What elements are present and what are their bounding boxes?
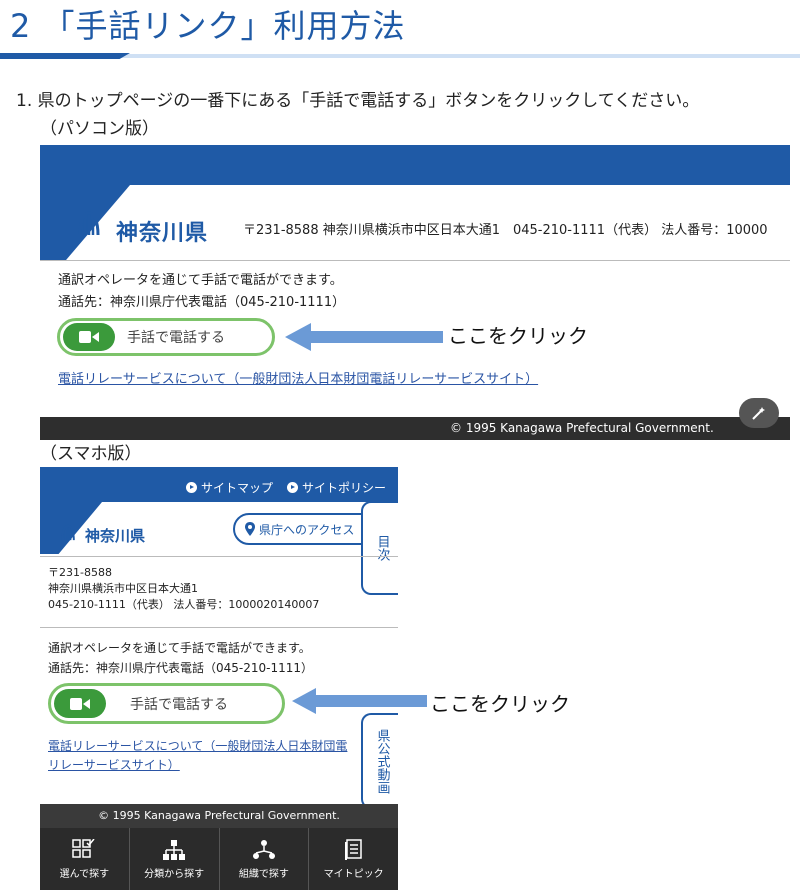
pc-header-bar: [40, 145, 790, 185]
sp-access-button-label: 県庁へのアクセス: [259, 522, 355, 537]
sp-nav-my-topic[interactable]: マイトピック: [309, 828, 398, 890]
sp-footer: © 1995 Kanagawa Prefectural Government.: [40, 804, 398, 828]
chevron-right-icon: [186, 482, 197, 493]
sp-relay-service-link[interactable]: 電話リレーサービスについて（一般財団法人日本財団電: [48, 737, 347, 754]
video-camera-icon: [54, 689, 106, 718]
pc-prefecture-name[interactable]: 神奈川県: [116, 215, 208, 247]
sp-copyright: © 1995 Kanagawa Prefectural Government.: [98, 809, 340, 822]
sp-nav-my-topic-label: マイトピック: [323, 868, 384, 880]
sp-nav-category-search[interactable]: 分類から探す: [130, 828, 220, 890]
sp-nav-select-search-label: 選んで探す: [59, 868, 110, 880]
sp-postal-code: 〒231-8588: [48, 566, 112, 579]
chevron-right-icon: [287, 482, 298, 493]
sp-site-policy-link[interactable]: サイトポリシー: [287, 479, 386, 496]
smartphone-screenshot: サイトマップ サイトポリシー 神奈川県 県庁へのアクセス 目次 〒231-858…: [40, 467, 398, 890]
video-camera-icon: [63, 323, 115, 351]
pc-copyright: © 1995 Kanagawa Prefectural Government.: [450, 421, 714, 435]
arrow-left-icon: [292, 688, 427, 714]
sp-official-video-tab[interactable]: 県公式動画: [361, 713, 398, 809]
sp-sign-call-button-label: 手話で電話する: [130, 696, 228, 713]
pc-sign-call-button[interactable]: 手話で電話する: [57, 318, 275, 356]
sp-bottom-nav: 選んで探す 分類から探す 組織で探す マイトピック: [40, 828, 398, 890]
category-tree-icon: [163, 839, 186, 860]
step-1-instruction: 1. 県のトップページの一番下にある「手話で電話する」ボタンをクリックしてくださ…: [16, 91, 700, 111]
sp-sitemap-label: サイトマップ: [201, 481, 274, 495]
select-grid-icon: [72, 838, 95, 858]
sp-phone-corporate-number: 045-210-1111（代表） 法人番号：1000020140007: [48, 598, 320, 611]
sp-prefecture-name[interactable]: 神奈川県: [85, 525, 145, 546]
pc-click-here-label: ここをクリック: [448, 324, 588, 348]
sp-contents-tab-label: 目次: [374, 535, 390, 561]
kanagawa-logo-icon: [78, 211, 100, 236]
sp-nav-category-search-label: 分類から探す: [144, 868, 205, 880]
sp-divider: [40, 627, 398, 628]
sp-contents-tab[interactable]: 目次: [361, 501, 398, 595]
sp-official-video-tab-label: 県公式動画: [374, 728, 390, 794]
my-topic-icon: [344, 838, 362, 860]
pc-call-destination: 通話先：神奈川県庁代表電話（045-210-1111）: [58, 295, 346, 310]
edit-wand-icon[interactable]: [739, 398, 779, 428]
organization-icon: [252, 839, 275, 859]
sp-call-destination: 通話先：神奈川県庁代表電話（045-210-1111）: [48, 661, 314, 675]
sp-description: 通訳オペレータを通じて手話で電話ができます。: [48, 641, 311, 655]
arrow-left-icon: [285, 323, 443, 351]
kanagawa-logo-icon: [61, 524, 75, 541]
sp-address: 神奈川県横浜市中区日本大通1: [48, 582, 198, 595]
pc-screenshot: 神奈川県 〒231-8588 神奈川県横浜市中区日本大通1 045-210-11…: [40, 145, 790, 440]
sp-divider: [40, 556, 398, 557]
sp-click-here-label: ここをクリック: [430, 692, 570, 716]
pc-description: 通訳オペレータを通じて手話で電話ができます。: [58, 273, 343, 288]
pc-footer: © 1995 Kanagawa Prefectural Government.: [40, 417, 790, 440]
sp-sign-call-button[interactable]: 手話で電話する: [48, 683, 285, 724]
sp-nav-organization-search[interactable]: 組織で探す: [220, 828, 310, 890]
pc-address: 〒231-8588 神奈川県横浜市中区日本大通1 045-210-1111（代表…: [243, 223, 768, 238]
section-title: 2 「手話リンク」利用方法: [10, 7, 406, 45]
sp-relay-service-link-cont[interactable]: リレーサービスサイト）: [48, 756, 180, 773]
location-pin-icon: [245, 522, 255, 536]
pc-divider: [40, 260, 790, 261]
pc-version-caption: （パソコン版）: [40, 119, 159, 139]
sp-nav-select-search[interactable]: 選んで探す: [40, 828, 130, 890]
sp-header-bar: サイトマップ サイトポリシー: [40, 467, 398, 502]
pc-sign-call-button-label: 手話で電話する: [127, 330, 225, 346]
pc-relay-service-link[interactable]: 電話リレーサービスについて（一般財団法人日本財団電話リレーサービスサイト）: [58, 368, 538, 387]
sp-site-policy-label: サイトポリシー: [302, 481, 387, 495]
sp-sitemap-link[interactable]: サイトマップ: [186, 479, 273, 496]
smartphone-version-caption: （スマホ版）: [40, 444, 142, 464]
section-divider-accent: [0, 53, 130, 59]
sp-nav-organization-search-label: 組織で探す: [238, 868, 289, 880]
